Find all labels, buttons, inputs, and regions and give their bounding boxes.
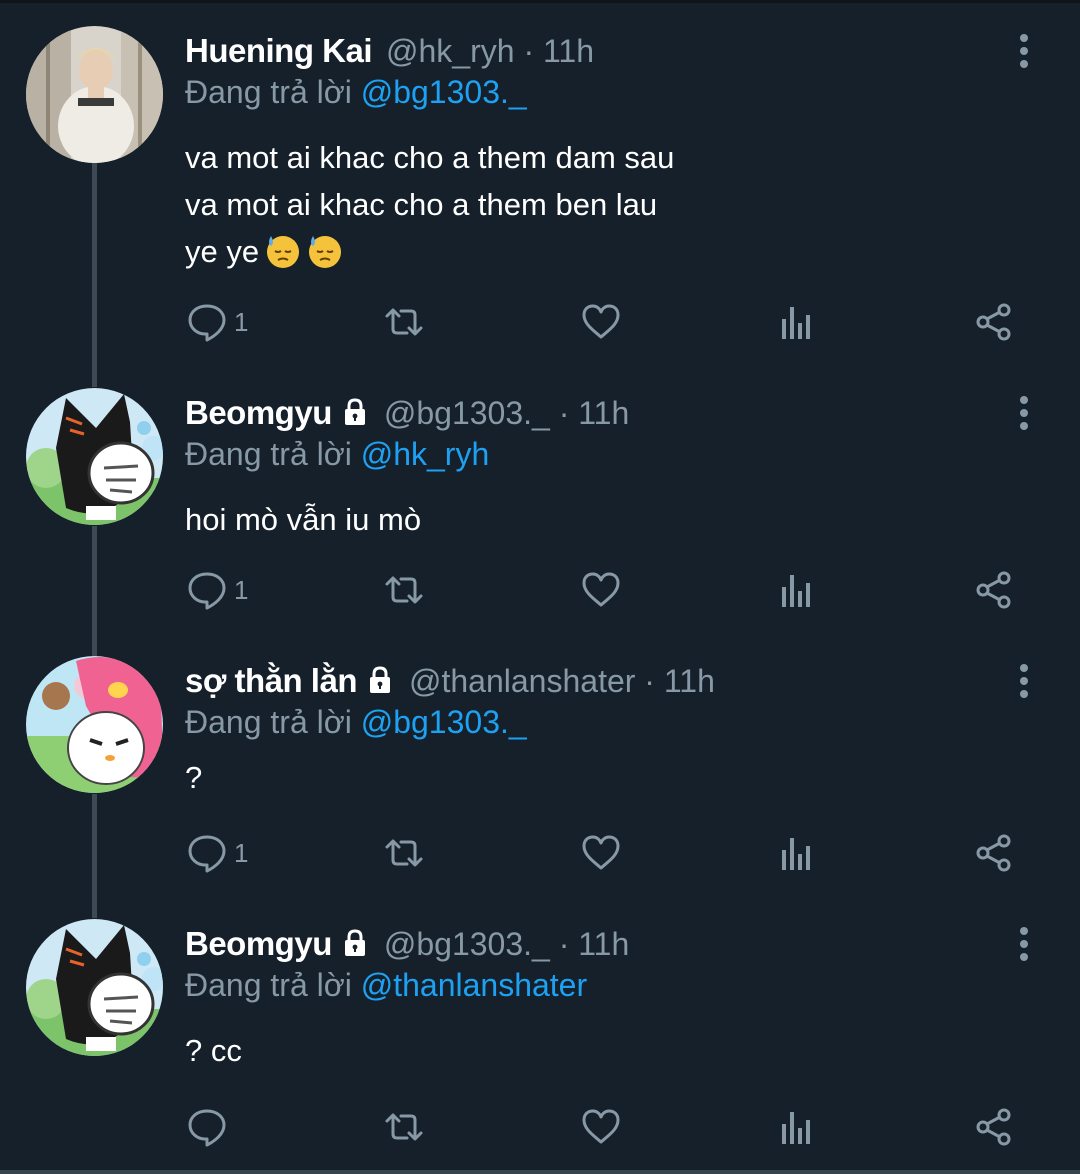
speech-bubble-icon — [188, 835, 226, 873]
avatar[interactable] — [26, 656, 163, 793]
share-button[interactable] — [973, 297, 1015, 347]
reply-prefix: Đang trả lời — [185, 704, 352, 740]
reply-button[interactable]: 1 — [186, 565, 248, 615]
lock-icon — [344, 398, 365, 425]
retweet-arrows-icon — [385, 576, 423, 604]
retweet-arrows-icon — [385, 839, 423, 867]
retweet-button[interactable] — [383, 297, 425, 347]
bar-chart-icon — [782, 575, 810, 607]
tweet-actions: 1 — [0, 297, 1080, 347]
handle-timestamp: @thanlanshater · 11h — [409, 663, 715, 699]
lock-icon — [370, 666, 390, 693]
analytics-button[interactable] — [776, 1102, 818, 1152]
tweet-text: ? cc — [185, 1027, 242, 1074]
heart-icon — [582, 572, 620, 607]
tweet-text-line: ? cc — [185, 1033, 242, 1068]
display-name[interactable]: Beomgyu — [185, 394, 332, 432]
handle-timestamp: @hk_ryh · 11h — [386, 33, 594, 69]
share-nodes-icon — [976, 303, 1011, 341]
retweet-arrows-icon — [385, 308, 423, 336]
reply-button[interactable]: 1 — [186, 828, 248, 878]
like-button[interactable] — [580, 297, 622, 347]
retweet-button[interactable] — [383, 565, 425, 615]
analytics-button[interactable] — [776, 828, 818, 878]
share-nodes-icon — [976, 1108, 1011, 1146]
avatar[interactable] — [26, 919, 163, 1056]
reply-mention-link[interactable]: @bg1303._ — [361, 74, 527, 110]
reply-count: 1 — [234, 837, 249, 868]
replying-to: Đang trả lời @bg1303._ — [185, 704, 527, 741]
more-options-icon[interactable] — [1012, 396, 1036, 436]
more-options-icon[interactable] — [1012, 664, 1036, 704]
heart-icon — [582, 304, 620, 339]
display-name[interactable]: Beomgyu — [185, 925, 332, 963]
like-button[interactable] — [580, 1102, 622, 1152]
like-button[interactable] — [580, 828, 622, 878]
reply-prefix: Đang trả lời — [185, 74, 352, 110]
downcast-face-with-sweat-emoji — [309, 236, 342, 268]
more-options-icon[interactable] — [1012, 927, 1036, 967]
reply-count: 1 — [234, 574, 249, 605]
reply-count: 1 — [234, 306, 249, 337]
replying-to: Đang trả lời @thanlanshater — [185, 967, 587, 1004]
reply-prefix: Đang trả lời — [185, 967, 352, 1003]
speech-bubble-icon — [188, 572, 226, 610]
tweet-text-line: va mot ai khac cho a them ben lau — [185, 187, 658, 222]
tweet-text-line: va mot ai khac cho a them dam sau — [185, 140, 675, 175]
reply-mention-link[interactable]: @thanlanshater — [361, 967, 587, 1003]
replying-to: Đang trả lời @bg1303._ — [185, 74, 527, 111]
handle-timestamp: @bg1303._ · 11h — [383, 926, 630, 962]
avatar[interactable] — [26, 26, 163, 163]
speech-bubble-icon — [188, 304, 226, 342]
downcast-face-with-sweat-emoji — [267, 236, 300, 268]
more-options-icon[interactable] — [1012, 34, 1036, 74]
retweet-button[interactable] — [383, 1102, 425, 1152]
share-nodes-icon — [976, 571, 1011, 609]
share-button[interactable] — [973, 828, 1015, 878]
display-name[interactable]: Huening Kai — [185, 32, 373, 70]
tweet-actions — [0, 1102, 1080, 1152]
retweet-arrows-icon — [385, 1113, 423, 1141]
replying-to: Đang trả lời @hk_ryh — [185, 436, 489, 473]
display-name[interactable]: sợ thằn lằn — [185, 662, 358, 700]
heart-icon — [582, 835, 620, 870]
tweet-text-line: ye ye — [185, 228, 674, 275]
share-nodes-icon — [976, 834, 1011, 872]
bar-chart-icon — [782, 307, 810, 339]
share-button[interactable] — [973, 565, 1015, 615]
tweet-actions: 1 — [0, 565, 1080, 615]
share-button[interactable] — [973, 1102, 1015, 1152]
heart-icon — [582, 1109, 620, 1144]
analytics-button[interactable] — [776, 297, 818, 347]
tweet-text: hoi mò vẫn iu mò — [185, 496, 421, 543]
speech-bubble-icon — [188, 1109, 226, 1147]
tweet-text: ? — [185, 754, 202, 801]
like-button[interactable] — [580, 565, 622, 615]
avatar[interactable] — [26, 388, 163, 525]
bar-chart-icon — [782, 1112, 810, 1144]
tweet-text-line: hoi mò vẫn iu mò — [185, 502, 422, 537]
reply-button[interactable]: 1 — [186, 297, 248, 347]
handle-timestamp: @bg1303._ · 11h — [383, 395, 630, 431]
bar-chart-icon — [782, 838, 810, 870]
analytics-button[interactable] — [776, 565, 818, 615]
tweet-text: va mot ai khac cho a them dam sau va mot… — [185, 134, 674, 275]
tweet-text-line: ? — [185, 760, 203, 795]
retweet-button[interactable] — [383, 828, 425, 878]
reply-button[interactable] — [186, 1102, 234, 1152]
reply-prefix: Đang trả lời — [185, 436, 352, 472]
tweet-actions: 1 — [0, 828, 1080, 878]
lock-icon — [344, 929, 365, 956]
reply-mention-link[interactable]: @hk_ryh — [361, 436, 490, 472]
reply-mention-link[interactable]: @bg1303._ — [361, 704, 527, 740]
thread-connector — [92, 163, 97, 387]
top-divider — [0, 0, 1080, 3]
bottom-divider — [0, 1170, 1080, 1174]
